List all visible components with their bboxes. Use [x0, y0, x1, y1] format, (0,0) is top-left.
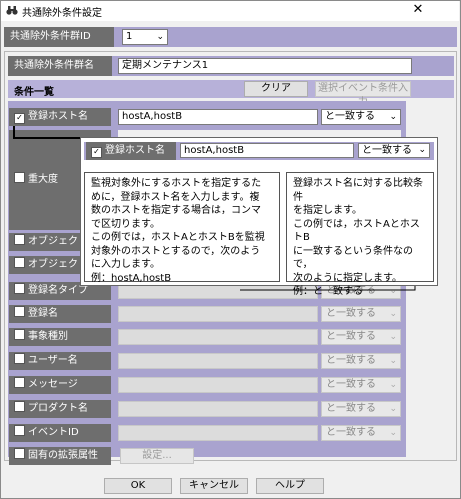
note-left-line: 数のホストを指定する場合は，コンマ — [91, 205, 261, 216]
cancel-button[interactable]: キャンセル — [180, 478, 248, 494]
note-left-line: 例：hostA,hostB — [91, 272, 172, 284]
note-right-line: に一致するという条件なので， — [293, 245, 413, 271]
note-left-line: この例では，ホストAとホストBを監視 — [91, 232, 265, 243]
note-left-line: に入力します。 — [91, 259, 160, 270]
note-right-line: 登録ホスト名に対する比較条件 — [293, 178, 423, 203]
note-left-line: 監視対象外にするホストを指定するた — [91, 178, 262, 189]
note-right-line: を指定します。 — [293, 205, 362, 216]
note-left-line: めに，登録ホスト名を入力します。複 — [91, 191, 260, 203]
callout-note-right: 登録ホスト名に対する比較条件 を指定します。 この例では，ホストAとホストB に… — [286, 172, 434, 297]
callout-host-input: hostA,hostB — [180, 143, 354, 158]
note-right-line: 次のように指定します。 — [293, 272, 402, 284]
note-right-line: 例：と一致する — [293, 286, 363, 297]
help-button[interactable]: ヘルプ — [256, 478, 324, 494]
chevron-down-icon: ⌄ — [418, 145, 426, 155]
note-right-line: この例では，ホストAとホストB — [293, 218, 420, 244]
note-left-line: 対象外のホストとするので，次のよう — [91, 245, 261, 257]
callout-match-select: と一致する ⌄ — [358, 143, 430, 158]
callout-note-left: 監視対象外にするホストを指定するた めに，登録ホスト名を入力します。複 数のホス… — [84, 172, 280, 284]
ok-button[interactable]: OK — [104, 478, 172, 494]
callout-checkbox: ✓ — [91, 147, 102, 158]
note-left-line: で区切ります。 — [91, 218, 160, 230]
callout-host-label: ✓ 登録ホスト名 — [86, 142, 176, 160]
